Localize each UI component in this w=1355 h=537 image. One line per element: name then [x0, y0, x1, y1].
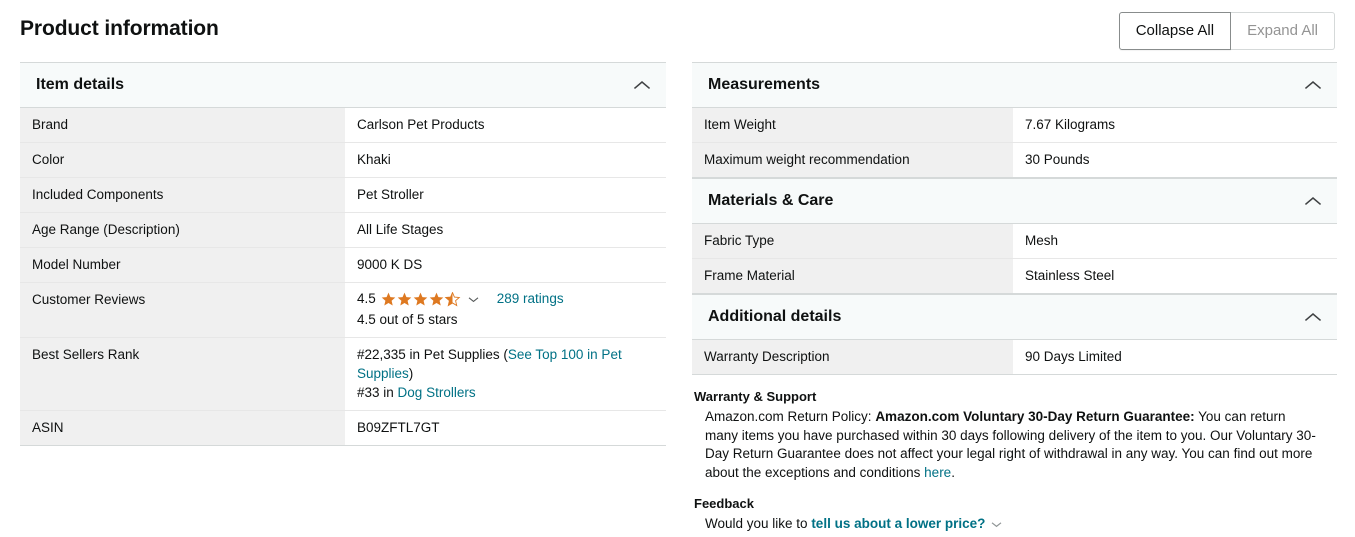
product-information-page: Product information Collapse All Expand …	[0, 0, 1355, 537]
left-column: Item details Brand Carlson Pet Products …	[20, 62, 666, 446]
row-key: Customer Reviews	[20, 282, 345, 338]
row-value: 7.67 Kilograms	[1013, 108, 1337, 143]
section-additional-details: Additional details Warranty Description …	[692, 294, 1337, 375]
expand-all-button[interactable]: Expand All	[1231, 12, 1335, 50]
section-title: Additional details	[708, 308, 842, 325]
row-key: Model Number	[20, 247, 345, 283]
table-row: Frame Material Stainless Steel	[692, 258, 1337, 294]
expand-collapse-button-group: Collapse All Expand All	[1118, 12, 1335, 50]
table-row: Age Range (Description) All Life Stages	[20, 212, 666, 248]
page-title: Product information	[20, 17, 219, 40]
row-value: 9000 K DS	[345, 247, 666, 283]
warranty-support-heading: Warranty & Support	[694, 389, 817, 404]
dog-strollers-link[interactable]: Dog Strollers	[398, 385, 476, 400]
right-column: Measurements Item Weight 7.67 Kilograms …	[692, 62, 1337, 533]
materials-care-table: Fabric Type Mesh Frame Material Stainles…	[692, 224, 1337, 294]
rating-out-of-label: 4.5 out of 5 stars	[357, 312, 458, 327]
tell-us-lower-price-link[interactable]: tell us about a lower price?	[811, 516, 985, 531]
row-key: Included Components	[20, 177, 345, 213]
bsr-line-2: #33 in Dog Strollers	[357, 383, 656, 402]
additional-details-table: Warranty Description 90 Days Limited	[692, 340, 1337, 375]
section-materials-care: Materials & Care Fabric Type Mesh Frame …	[692, 178, 1337, 294]
bsr-line-2-prefix: #33 in	[357, 385, 398, 400]
row-value: Stainless Steel	[1013, 258, 1337, 294]
row-value: 30 Pounds	[1013, 142, 1337, 178]
row-key: Color	[20, 142, 345, 178]
item-details-table: Brand Carlson Pet Products Color Khaki I…	[20, 108, 666, 446]
row-key: Fabric Type	[692, 224, 1013, 259]
measurements-table: Item Weight 7.67 Kilograms Maximum weigh…	[692, 108, 1337, 178]
star-rating-icon[interactable]	[381, 291, 461, 307]
section-title: Item details	[36, 76, 125, 93]
section-header-measurements[interactable]: Measurements	[692, 62, 1337, 108]
table-row: Warranty Description 90 Days Limited	[692, 340, 1337, 375]
section-title: Materials & Care	[708, 192, 834, 209]
row-value: Khaki	[345, 142, 666, 178]
bsr-line-1-suffix: )	[408, 366, 414, 381]
feedback-prompt-prefix: Would you like to	[705, 516, 812, 531]
row-value: Mesh	[1013, 224, 1337, 259]
return-policy-suffix: .	[951, 464, 955, 480]
section-item-details: Item details Brand Carlson Pet Products …	[20, 62, 666, 446]
row-key: Maximum weight recommendation	[692, 142, 1013, 178]
table-row: Color Khaki	[20, 142, 666, 178]
return-policy-prefix: Amazon.com Return Policy:	[705, 409, 876, 424]
table-row: Fabric Type Mesh	[692, 224, 1337, 259]
table-row: Brand Carlson Pet Products	[20, 108, 666, 143]
row-key: Best Sellers Rank	[20, 337, 345, 411]
row-key: ASIN	[20, 410, 345, 446]
row-value-customer-reviews: 4.5 289 ratings 4.5 out of 5 stars	[345, 282, 666, 338]
table-row-best-sellers-rank: Best Sellers Rank #22,335 in Pet Supplie…	[20, 337, 666, 411]
row-value: Pet Stroller	[345, 177, 666, 213]
chevron-down-icon[interactable]	[468, 296, 479, 303]
chevron-up-icon[interactable]	[1303, 75, 1323, 95]
chevron-up-icon[interactable]	[1303, 307, 1323, 327]
here-link[interactable]: here	[924, 465, 951, 480]
rating-row: 4.5 289 ratings	[357, 290, 656, 308]
row-value: 90 Days Limited	[1013, 340, 1337, 375]
row-key: Brand	[20, 108, 345, 143]
ratings-count-link[interactable]: 289 ratings	[497, 290, 564, 308]
return-guarantee-bold: Amazon.com Voluntary 30-Day Return Guara…	[875, 409, 1195, 424]
row-value-best-sellers-rank: #22,335 in Pet Supplies (See Top 100 in …	[345, 337, 666, 411]
row-key: Warranty Description	[692, 340, 1013, 375]
feedback-prompt: Would you like to tell us about a lower …	[694, 515, 1337, 533]
rating-value: 4.5	[357, 291, 376, 306]
feedback-heading: Feedback	[694, 496, 754, 511]
table-row-asin: ASIN B09ZFTL7GT	[20, 410, 666, 446]
chevron-down-icon[interactable]	[991, 515, 1002, 533]
warranty-support-block: Warranty & Support Amazon.com Return Pol…	[692, 389, 1337, 482]
collapse-all-button[interactable]: Collapse All	[1118, 12, 1232, 50]
row-value: All Life Stages	[345, 212, 666, 248]
bsr-line-1: #22,335 in Pet Supplies (See Top 100 in …	[357, 345, 656, 383]
row-key: Age Range (Description)	[20, 212, 345, 248]
feedback-block: Feedback Would you like to tell us about…	[692, 496, 1337, 533]
page-header: Product information Collapse All Expand …	[20, 12, 1335, 52]
section-title: Measurements	[708, 76, 821, 93]
row-key: Item Weight	[692, 108, 1013, 143]
section-header-additional-details[interactable]: Additional details	[692, 294, 1337, 340]
section-header-item-details[interactable]: Item details	[20, 62, 666, 108]
row-value: B09ZFTL7GT	[345, 410, 666, 446]
chevron-up-icon[interactable]	[632, 75, 652, 95]
warranty-support-text: Amazon.com Return Policy: Amazon.com Vol…	[694, 408, 1319, 482]
chevron-up-icon[interactable]	[1303, 191, 1323, 211]
row-key: Frame Material	[692, 258, 1013, 294]
section-header-materials-care[interactable]: Materials & Care	[692, 178, 1337, 224]
table-row: Included Components Pet Stroller	[20, 177, 666, 213]
table-row: Item Weight 7.67 Kilograms	[692, 108, 1337, 143]
table-row-customer-reviews: Customer Reviews 4.5 289 ratings 4.5 out…	[20, 282, 666, 338]
bsr-line-1-prefix: #22,335 in Pet Supplies (	[357, 347, 508, 362]
row-value: Carlson Pet Products	[345, 108, 666, 143]
table-row: Model Number 9000 K DS	[20, 247, 666, 283]
section-measurements: Measurements Item Weight 7.67 Kilograms …	[692, 62, 1337, 178]
table-row: Maximum weight recommendation 30 Pounds	[692, 142, 1337, 178]
